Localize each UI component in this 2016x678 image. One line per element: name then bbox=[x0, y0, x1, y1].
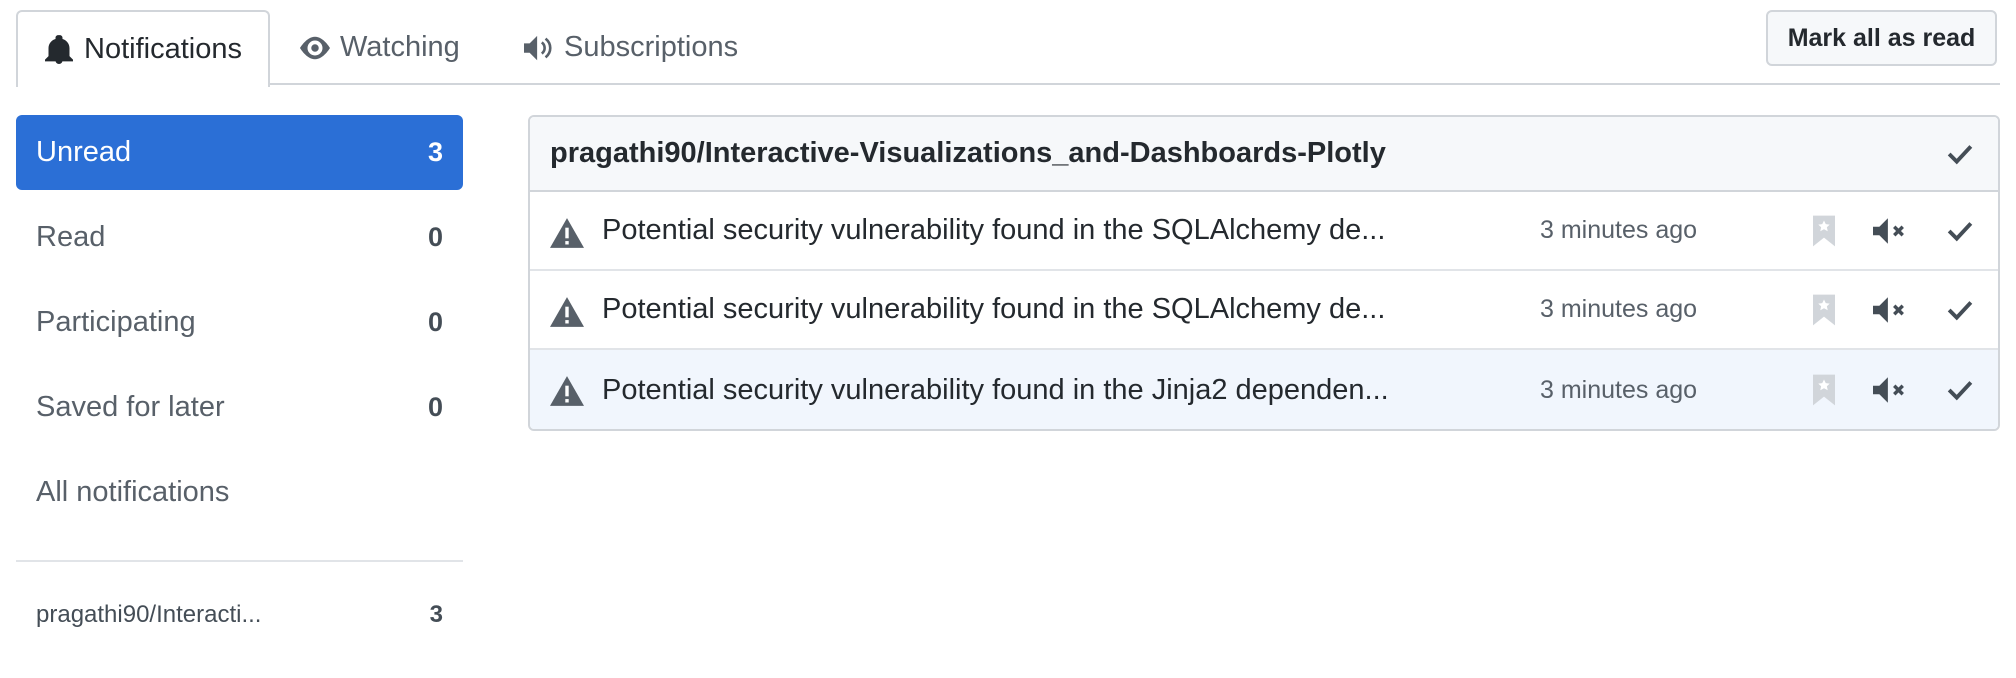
alert-icon bbox=[550, 376, 584, 408]
tab-label: Watching bbox=[340, 31, 460, 63]
check-icon[interactable] bbox=[1942, 372, 1978, 408]
mute-icon[interactable] bbox=[1872, 292, 1908, 328]
filter-label: Participating bbox=[36, 306, 196, 338]
bookmark-icon[interactable] bbox=[1806, 292, 1842, 328]
alert-icon bbox=[550, 297, 584, 329]
filter-label: All notifications bbox=[36, 476, 230, 508]
notification-time: 3 minutes ago bbox=[1540, 375, 1698, 404]
tab-label: Notifications bbox=[84, 33, 242, 65]
repo-filter-item[interactable]: pragathi90/Interacti... 3 bbox=[16, 590, 463, 640]
group-header: pragathi90/Interactive-Visualizations_an… bbox=[530, 117, 1998, 192]
notification-title[interactable]: Potential security vulnerability found i… bbox=[602, 293, 1385, 326]
notification-title[interactable]: Potential security vulnerability found i… bbox=[602, 214, 1385, 247]
bell-icon bbox=[44, 34, 74, 65]
check-icon[interactable] bbox=[1942, 213, 1978, 249]
sidebar-divider bbox=[16, 560, 463, 562]
eye-icon bbox=[300, 33, 330, 63]
notification-row[interactable]: Potential security vulnerability found i… bbox=[530, 192, 1998, 271]
filter-read[interactable]: Read 0 bbox=[16, 200, 463, 275]
mark-all-as-read-button[interactable]: Mark all as read bbox=[1766, 10, 1997, 66]
tab-notifications[interactable]: Notifications bbox=[16, 10, 270, 87]
mute-icon[interactable] bbox=[1872, 213, 1908, 249]
megaphone-icon bbox=[524, 33, 554, 63]
filter-label: Unread bbox=[36, 136, 132, 168]
group-repo-name[interactable]: pragathi90/Interactive-Visualizations_an… bbox=[550, 137, 1386, 170]
mute-icon[interactable] bbox=[1872, 372, 1908, 408]
tab-subscriptions[interactable]: Subscriptions bbox=[524, 10, 738, 85]
filter-unread[interactable]: Unread 3 bbox=[16, 115, 463, 190]
filter-participating[interactable]: Participating 0 bbox=[16, 285, 463, 360]
notification-time: 3 minutes ago bbox=[1540, 216, 1698, 244]
notification-row[interactable]: Potential security vulnerability found i… bbox=[530, 350, 1998, 429]
alert-icon bbox=[550, 218, 584, 250]
tab-watching[interactable]: Watching bbox=[300, 10, 460, 85]
notification-row[interactable]: Potential security vulnerability found i… bbox=[530, 271, 1998, 350]
check-icon[interactable] bbox=[1942, 292, 1978, 328]
notification-title[interactable]: Potential security vulnerability found i… bbox=[602, 374, 1389, 407]
tab-navigation: Notifications Watching Subscriptions bbox=[16, 10, 2000, 87]
filter-label: Read bbox=[36, 221, 106, 253]
filter-all-notifications[interactable]: All notifications bbox=[16, 455, 463, 530]
filter-count: 0 bbox=[427, 392, 443, 422]
filter-label: Saved for later bbox=[36, 391, 225, 423]
repo-filter-label: pragathi90/Interacti... bbox=[36, 601, 262, 628]
filter-saved-for-later[interactable]: Saved for later 0 bbox=[16, 370, 463, 445]
bookmark-icon[interactable] bbox=[1806, 372, 1842, 408]
tab-label: Subscriptions bbox=[564, 31, 739, 63]
check-icon[interactable] bbox=[1942, 136, 1978, 172]
bookmark-icon[interactable] bbox=[1806, 213, 1842, 249]
repo-filter-count: 3 bbox=[429, 601, 443, 628]
notification-time: 3 minutes ago bbox=[1540, 295, 1698, 323]
filter-count: 0 bbox=[427, 307, 443, 337]
notifications-group: pragathi90/Interactive-Visualizations_an… bbox=[528, 115, 2000, 431]
filter-count: 3 bbox=[427, 137, 443, 167]
filter-count: 0 bbox=[427, 222, 443, 252]
